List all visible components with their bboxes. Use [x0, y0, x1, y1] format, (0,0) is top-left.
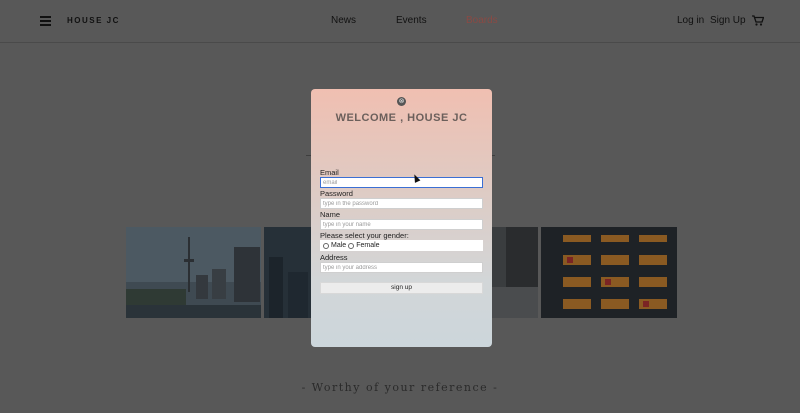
address-input[interactable] [320, 262, 483, 273]
gallery-photo-city[interactable] [126, 227, 261, 318]
signup-modal: ⊗ WELCOME , HOUSE JC Email Password Name… [311, 89, 492, 347]
cart-icon[interactable] [752, 15, 764, 27]
name-input[interactable] [320, 219, 483, 230]
email-input[interactable] [320, 177, 483, 188]
address-label: Address [320, 253, 348, 262]
male-label: Male [331, 242, 347, 249]
gallery-photo-street[interactable] [492, 227, 538, 318]
close-icon[interactable]: ⊗ [397, 97, 406, 106]
gender-label: Please select your gender: [320, 231, 409, 240]
male-radio[interactable] [323, 242, 329, 249]
nav-events[interactable]: Events [396, 15, 427, 26]
signup-button[interactable]: sign up [320, 282, 483, 294]
menu-icon[interactable] [40, 16, 51, 26]
female-label: Female [356, 242, 380, 249]
gallery-photo-night[interactable] [264, 227, 311, 318]
modal-title: WELCOME , HOUSE JC [335, 112, 468, 124]
password-input[interactable] [320, 198, 483, 209]
nav-news[interactable]: News [331, 15, 356, 26]
signup-link[interactable]: Sign Up [710, 15, 746, 26]
site-logo[interactable]: HOUSE JC [67, 16, 120, 25]
section-divider [492, 155, 495, 156]
gender-options: Male Female [320, 240, 483, 251]
female-radio[interactable] [348, 242, 355, 249]
nav-boards[interactable]: Boards [466, 15, 498, 26]
email-label: Email [320, 168, 339, 177]
site-header: HOUSE JC News Events Boards Log in Sign … [0, 0, 800, 43]
gallery-photo-shelves[interactable] [541, 227, 677, 318]
name-label: Name [320, 210, 341, 219]
tagline: - Worthy of your reference - [301, 381, 499, 394]
login-link[interactable]: Log in [677, 15, 704, 26]
password-label: Password [320, 189, 353, 198]
